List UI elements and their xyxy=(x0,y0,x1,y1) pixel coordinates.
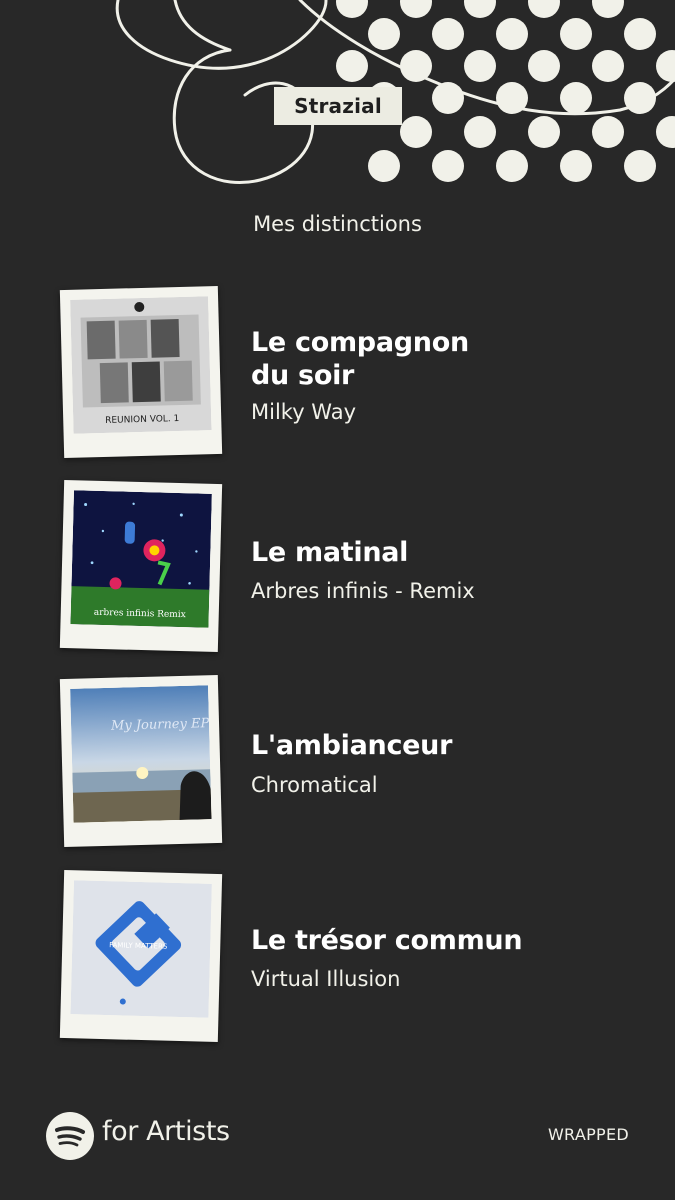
album-cover-polaroid: REUNION VOL. 1 xyxy=(59,285,223,459)
svg-text:My Journey EP: My Journey EP xyxy=(110,716,210,734)
award-item: My Journey EP L'ambianceur Chromatical xyxy=(0,674,675,848)
artist-name-badge: Strazial xyxy=(274,87,402,125)
track-name: Virtual Illusion xyxy=(251,967,401,991)
footer-brand-text: for Artists xyxy=(102,1116,230,1147)
award-item: FAMILY MATTERS Le trésor commun Virtual … xyxy=(0,869,675,1043)
album-cover: arbres infinis Remix xyxy=(70,490,212,628)
album-cover-polaroid: My Journey EP xyxy=(59,674,223,848)
album-cover-art: FAMILY MATTERS xyxy=(70,880,212,1018)
svg-text:FAMILY MATTERS: FAMILY MATTERS xyxy=(109,941,168,951)
award-title: L'ambianceur xyxy=(251,729,452,762)
track-name: Arbres infinis - Remix xyxy=(251,579,475,603)
section-title: Mes distinctions xyxy=(253,212,422,236)
footer-wrapped-tag: WRAPPED xyxy=(547,1125,629,1144)
spotify-logo-icon xyxy=(46,1112,94,1160)
award-title-line: Le matinal xyxy=(251,537,409,568)
award-title-line: Le trésor commun xyxy=(251,925,523,956)
album-cover-art: REUNION VOL. 1 xyxy=(70,296,212,434)
track-name: Milky Way xyxy=(251,400,357,424)
award-title: Le trésor commun xyxy=(251,924,523,957)
award-title-line: du soir xyxy=(251,360,355,391)
svg-text:REUNION VOL. 1: REUNION VOL. 1 xyxy=(105,414,179,426)
award-item: REUNION VOL. 1 Le compagnon du soir Milk… xyxy=(0,285,675,459)
award-title-line: Le compagnon xyxy=(251,327,469,358)
album-cover: FAMILY MATTERS xyxy=(70,880,212,1018)
album-cover-art: My Journey EP xyxy=(70,685,212,823)
album-cover-polaroid: arbres infinis Remix xyxy=(59,479,223,653)
award-title: Le matinal xyxy=(251,536,408,569)
album-cover: My Journey EP xyxy=(70,685,212,823)
album-cover: REUNION VOL. 1 xyxy=(70,296,212,434)
album-cover-polaroid: FAMILY MATTERS xyxy=(59,869,223,1043)
award-title: Le compagnon du soir xyxy=(251,326,469,392)
award-item: arbres infinis Remix Le matinal Arbres i… xyxy=(0,479,675,653)
album-cover-art: arbres infinis Remix xyxy=(70,490,212,628)
award-title-line: L'ambianceur xyxy=(251,730,453,761)
track-name: Chromatical xyxy=(251,773,378,797)
